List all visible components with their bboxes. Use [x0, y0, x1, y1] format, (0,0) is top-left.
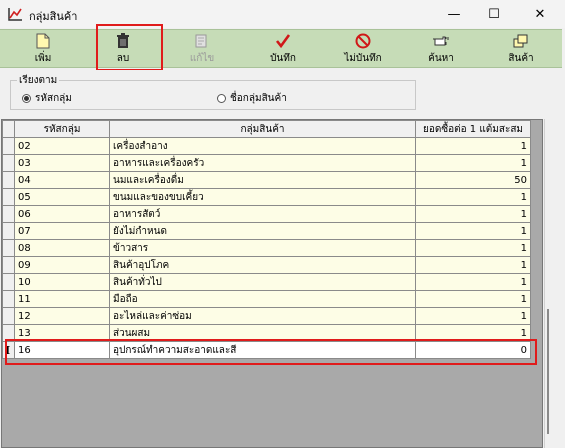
radio-selected-icon [22, 94, 31, 103]
new-document-icon [34, 32, 52, 50]
table-row[interactable]: 06 อาหารสัตว์ 1 [2, 205, 531, 223]
edit-document-icon [193, 32, 211, 50]
close-button[interactable]: ✕ [520, 0, 560, 28]
row-indicator-header [2, 120, 15, 138]
cell-group-name[interactable]: นมและเครื่องดื่ม [109, 171, 416, 189]
sort-by-name-label: ชื่อกลุ่มสินค้า [230, 93, 287, 104]
search-button[interactable]: ค้นหา [412, 32, 470, 67]
column-header-code[interactable]: รหัสกลุ่ม [14, 120, 110, 138]
toolbar: เพิ่ม ลบ แก้ไข บันทึก ไม่บันทึก ค้นหา สิ… [0, 29, 562, 68]
cell-points[interactable]: 1 [415, 205, 531, 223]
table-row[interactable]: 10 สินค้าทั่วไป 1 [2, 273, 531, 291]
row-indicator[interactable] [2, 137, 15, 155]
row-indicator[interactable] [2, 154, 15, 172]
column-header-group[interactable]: กลุ่มสินค้า [109, 120, 416, 138]
row-indicator[interactable] [2, 307, 15, 325]
edit-row-highlight-box [5, 339, 537, 365]
search-label: ค้นหา [428, 53, 454, 64]
cell-group-code[interactable]: 07 [14, 222, 110, 240]
sort-by-name-radio[interactable]: ชื่อกลุ่มสินค้า [217, 91, 287, 106]
sort-by-code-label: รหัสกลุ่ม [35, 93, 72, 104]
minimize-button[interactable]: — [434, 0, 474, 28]
cell-points[interactable]: 1 [415, 222, 531, 240]
no-entry-icon [354, 32, 372, 50]
row-indicator[interactable] [2, 188, 15, 206]
table-row[interactable]: 05 ขนมและของขบเคี้ยว 1 [2, 188, 531, 206]
cell-group-name[interactable]: อาหารและเครื่องครัว [109, 154, 416, 172]
products-button[interactable]: สินค้า [492, 32, 550, 67]
cell-group-name[interactable]: สินค้าอุปโภค [109, 256, 416, 274]
sort-legend: เรียงตาม [17, 73, 60, 88]
cell-group-code[interactable]: 02 [14, 137, 110, 155]
cell-points[interactable]: 1 [415, 256, 531, 274]
window-title: กลุ่มสินค้า [29, 10, 78, 23]
edit-button[interactable]: แก้ไข [173, 32, 231, 67]
cell-group-name[interactable]: เครื่องสำอาง [109, 137, 416, 155]
cell-group-code[interactable]: 05 [14, 188, 110, 206]
row-indicator[interactable] [2, 205, 15, 223]
checkmark-icon [274, 32, 292, 50]
cell-group-code[interactable]: 10 [14, 273, 110, 291]
table-row[interactable]: 02 เครื่องสำอาง 1 [2, 137, 531, 155]
cell-group-name[interactable]: อาหารสัตว์ [109, 205, 416, 223]
add-label: เพิ่ม [34, 53, 52, 64]
cell-points[interactable]: 1 [415, 137, 531, 155]
edit-label: แก้ไข [189, 53, 215, 64]
sort-by-code-radio[interactable]: รหัสกลุ่ม [22, 91, 72, 106]
cell-group-code[interactable]: 11 [14, 290, 110, 308]
cancel-button[interactable]: ไม่บันทึก [334, 32, 392, 67]
cell-points[interactable]: 1 [415, 188, 531, 206]
cell-points[interactable]: 1 [415, 239, 531, 257]
cell-group-code[interactable]: 03 [14, 154, 110, 172]
pointing-hand-icon [432, 32, 450, 50]
column-header-points[interactable]: ยอดซื้อต่อ 1 แต้มสะสม [415, 120, 531, 138]
cell-group-code[interactable]: 12 [14, 307, 110, 325]
cell-group-code[interactable]: 08 [14, 239, 110, 257]
vertical-scrollbar[interactable] [544, 119, 562, 448]
cell-points[interactable]: 1 [415, 273, 531, 291]
cell-group-code[interactable]: 04 [14, 171, 110, 189]
cell-group-code[interactable]: 09 [14, 256, 110, 274]
table-row[interactable]: 03 อาหารและเครื่องครัว 1 [2, 154, 531, 172]
cell-group-name[interactable]: ขนมและของขบเคี้ยว [109, 188, 416, 206]
row-indicator[interactable] [2, 256, 15, 274]
cell-group-code[interactable]: 06 [14, 205, 110, 223]
cell-points[interactable]: 50 [415, 171, 531, 189]
row-indicator[interactable] [2, 290, 15, 308]
cell-points[interactable]: 1 [415, 154, 531, 172]
delete-highlight-box [96, 24, 163, 71]
cancel-label: ไม่บันทึก [344, 53, 382, 64]
table-row[interactable]: 11 มือถือ 1 [2, 290, 531, 308]
cell-points[interactable]: 1 [415, 290, 531, 308]
title-bar: กลุ่มสินค้า — ☐ ✕ [0, 0, 565, 28]
add-button[interactable]: เพิ่ม [14, 32, 72, 67]
cell-points[interactable]: 1 [415, 307, 531, 325]
row-indicator[interactable] [2, 273, 15, 291]
grid-header-row: รหัสกลุ่ม กลุ่มสินค้า ยอดซื้อต่อ 1 แต้มส… [2, 120, 531, 138]
cell-group-name[interactable]: อะไหล่และค่าซ่อม [109, 307, 416, 325]
product-group-grid: รหัสกลุ่ม กลุ่มสินค้า ยอดซื้อต่อ 1 แต้มส… [1, 119, 543, 448]
table-row[interactable]: 09 สินค้าอุปโภค 1 [2, 256, 531, 274]
table-row[interactable]: 12 อะไหล่และค่าซ่อม 1 [2, 307, 531, 325]
save-button[interactable]: บันทึก [254, 32, 312, 67]
maximize-button[interactable]: ☐ [474, 0, 514, 28]
app-chart-icon [8, 8, 22, 21]
scrollbar-thumb[interactable] [547, 309, 549, 434]
save-label: บันทึก [270, 53, 296, 64]
cell-group-name[interactable]: สินค้าทั่วไป [109, 273, 416, 291]
row-indicator[interactable] [2, 239, 15, 257]
cell-group-name[interactable]: มือถือ [109, 290, 416, 308]
boxes-icon [512, 32, 530, 50]
table-row[interactable]: 08 ข้าวสาร 1 [2, 239, 531, 257]
row-indicator[interactable] [2, 171, 15, 189]
products-label: สินค้า [508, 53, 534, 64]
radio-unselected-icon [217, 94, 226, 103]
cell-group-name[interactable]: ยังไม่กำหนด [109, 222, 416, 240]
row-indicator[interactable] [2, 222, 15, 240]
cell-group-name[interactable]: ข้าวสาร [109, 239, 416, 257]
table-row[interactable]: 07 ยังไม่กำหนด 1 [2, 222, 531, 240]
table-row[interactable]: 04 นมและเครื่องดื่ม 50 [2, 171, 531, 189]
